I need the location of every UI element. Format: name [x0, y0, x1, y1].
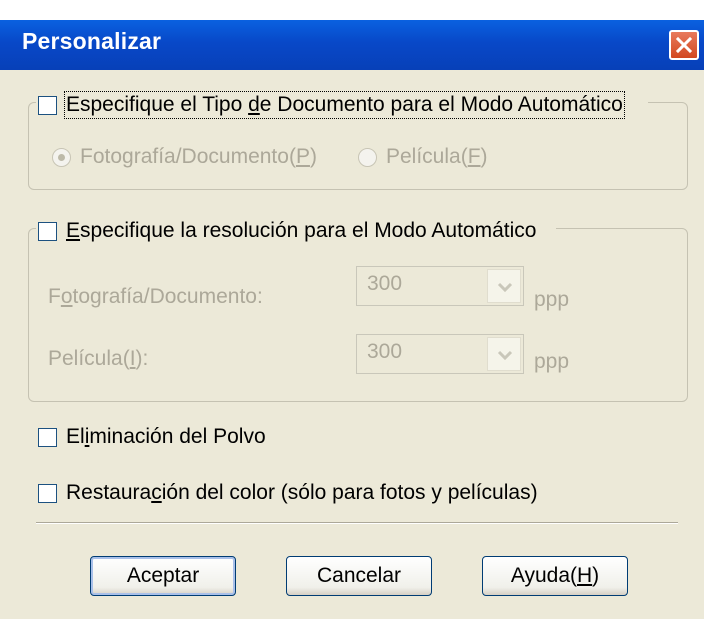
- photo-document-resolution-label: Fotografía/Documento:: [48, 285, 263, 308]
- dialog-title: Personalizar: [22, 28, 162, 54]
- color-restoration-checkbox[interactable]: [38, 484, 57, 503]
- color-restoration-label[interactable]: Restauración del color (sólo para fotos …: [66, 481, 538, 505]
- dropdown-button[interactable]: [487, 337, 521, 371]
- resolution-group: [28, 228, 688, 402]
- help-button[interactable]: Ayuda(H): [482, 556, 628, 596]
- photo-document-radio-label[interactable]: Fotografía/Documento(P): [80, 145, 317, 169]
- cancel-button[interactable]: Cancelar: [286, 556, 432, 596]
- dust-removal-checkbox[interactable]: [38, 428, 57, 447]
- photo-document-resolution-value: 300: [367, 272, 403, 295]
- document-type-checkbox[interactable]: [38, 96, 57, 115]
- personalizar-dialog: Personalizar Especifique el Tipo de Docu…: [0, 0, 704, 619]
- resolution-checkbox[interactable]: [38, 222, 57, 241]
- chevron-down-icon: [497, 350, 513, 361]
- photo-document-resolution-select[interactable]: 300: [356, 266, 524, 306]
- film-resolution-label: Película(I):: [48, 347, 149, 370]
- resolution-checkbox-label[interactable]: Especifique la resolución para el Modo A…: [66, 219, 536, 243]
- ok-button[interactable]: Aceptar: [90, 556, 236, 596]
- film-resolution-select[interactable]: 300: [356, 334, 524, 374]
- radio-selected-dot: [58, 154, 65, 161]
- separator: [36, 522, 678, 524]
- chevron-down-icon: [497, 282, 513, 293]
- ppp-unit-label: ppp: [534, 350, 570, 373]
- document-type-checkbox-label[interactable]: Especifique el Tipo de Documento para el…: [64, 91, 625, 119]
- film-radio-label[interactable]: Película(F): [386, 145, 488, 169]
- close-icon: [675, 36, 693, 54]
- film-resolution-value: 300: [367, 340, 403, 363]
- dropdown-button[interactable]: [487, 269, 521, 303]
- top-strip: [0, 0, 704, 20]
- film-radio[interactable]: [358, 148, 377, 167]
- ppp-unit-label: ppp: [534, 288, 570, 311]
- photo-document-radio[interactable]: [52, 148, 71, 167]
- close-button[interactable]: [669, 30, 699, 60]
- dust-removal-label[interactable]: Eliminación del Polvo: [66, 425, 266, 449]
